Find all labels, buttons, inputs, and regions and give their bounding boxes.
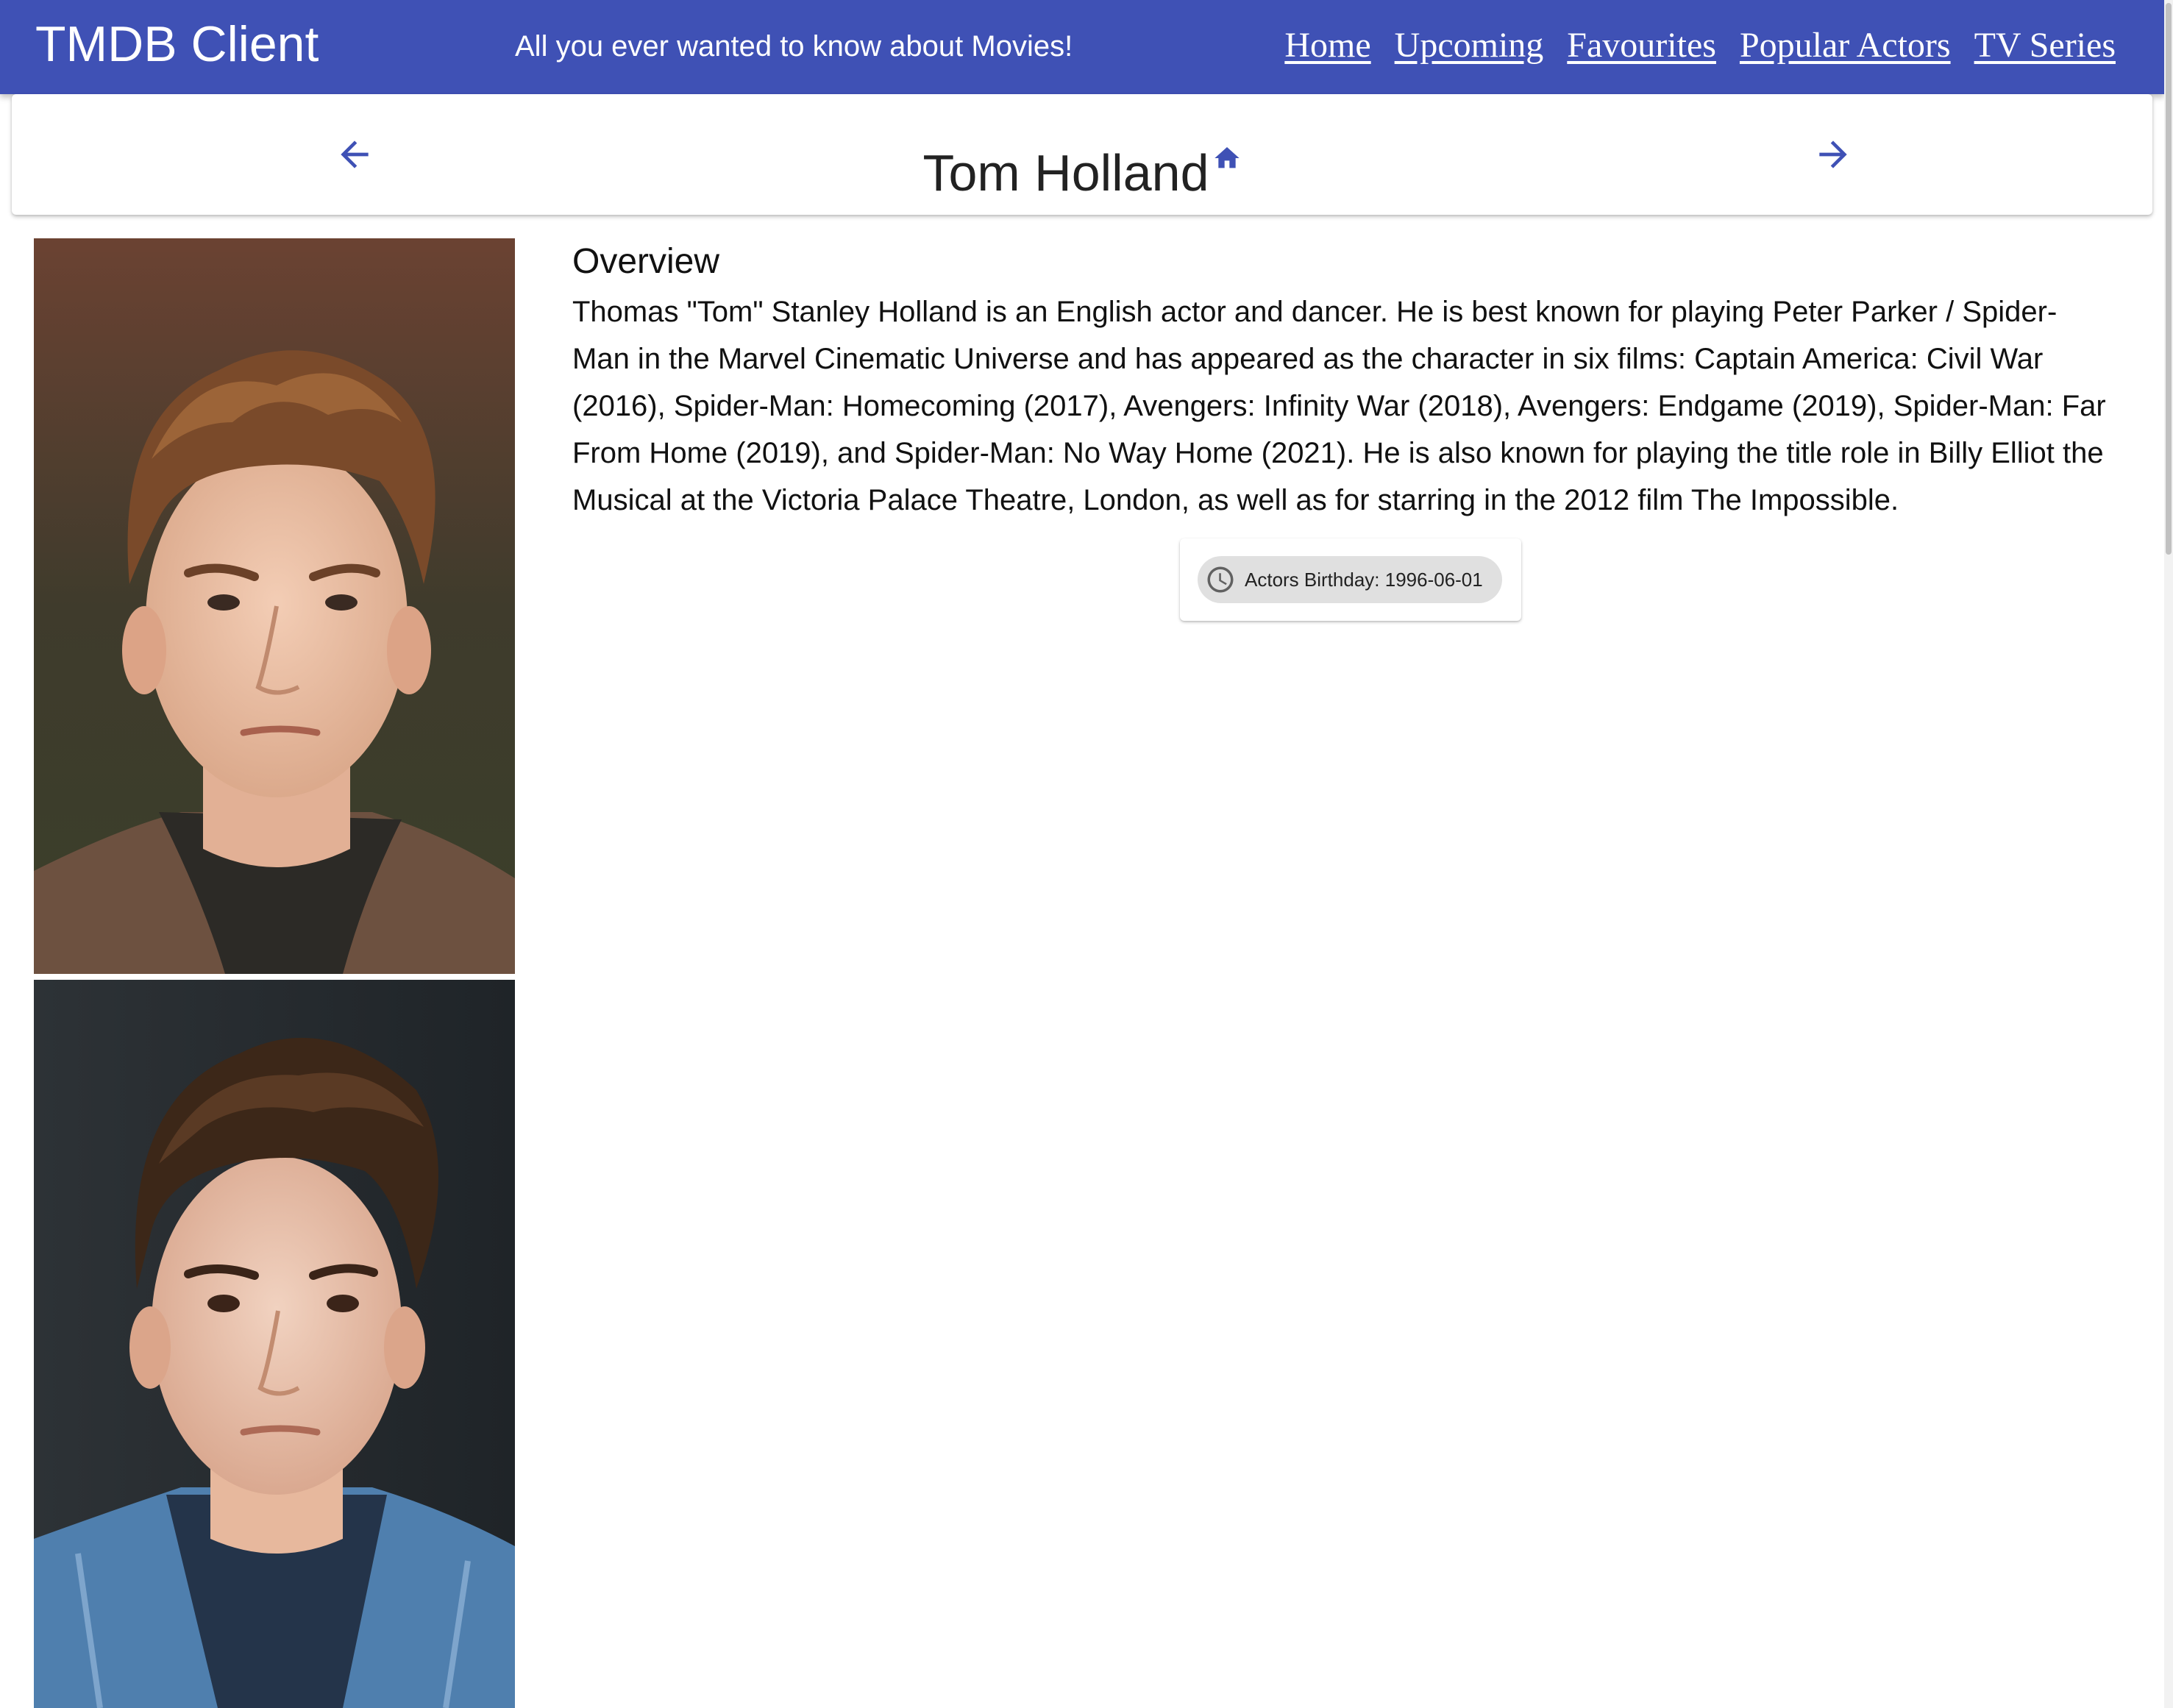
arrow-forward-icon bbox=[1819, 140, 1847, 168]
birthday-chip-panel: Actors Birthday: 1996-06-01 bbox=[1180, 538, 1521, 621]
nav-link-favourites[interactable]: Favourites bbox=[1567, 25, 1716, 66]
home-icon[interactable] bbox=[1212, 124, 1242, 187]
actor-photo-1 bbox=[34, 238, 515, 974]
nav-link-popular-actors[interactable]: Popular Actors bbox=[1740, 25, 1951, 66]
birthday-chip[interactable]: Actors Birthday: 1996-06-01 bbox=[1198, 556, 1502, 603]
app-bar: TMDB Client All you ever wanted to know … bbox=[0, 0, 2164, 94]
nav-link-tv-series[interactable]: TV Series bbox=[1974, 25, 2116, 66]
overview-heading: Overview bbox=[572, 242, 720, 281]
actor-photo-2 bbox=[34, 980, 515, 1708]
page-scrollbar[interactable] bbox=[2164, 0, 2173, 1708]
birthday-chip-label: Actors Birthday: 1996-06-01 bbox=[1245, 568, 1483, 591]
overview-text: Thomas "Tom" Stanley Holland is an Engli… bbox=[572, 296, 2106, 516]
clock-icon bbox=[1205, 564, 1236, 595]
forward-button[interactable] bbox=[1805, 127, 1861, 182]
page-header: Tom Holland bbox=[12, 94, 2152, 215]
app-title: TMDB Client bbox=[35, 16, 319, 72]
page-title: Tom Holland bbox=[922, 144, 1209, 202]
nav-link-home[interactable]: Home bbox=[1284, 25, 1370, 66]
main-nav: Home Upcoming Favourites Popular Actors … bbox=[1284, 25, 2116, 66]
scrollbar-thumb[interactable] bbox=[2166, 3, 2172, 555]
app-tagline: All you ever wanted to know about Movies… bbox=[515, 30, 1073, 63]
nav-link-upcoming[interactable]: Upcoming bbox=[1395, 25, 1544, 66]
